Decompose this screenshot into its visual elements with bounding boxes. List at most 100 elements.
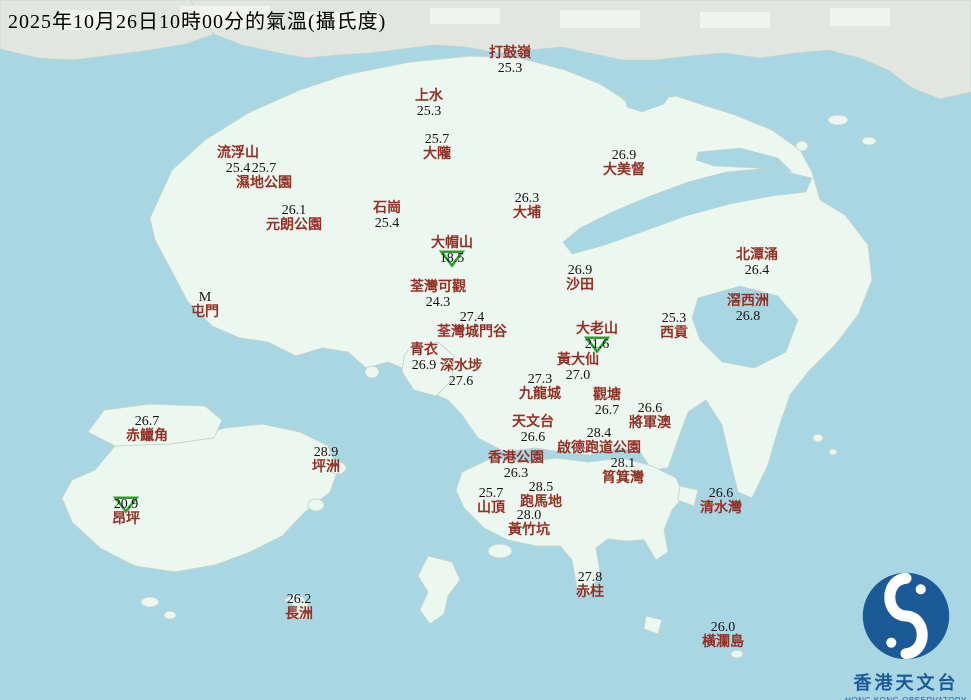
station-temp: 26.1 bbox=[266, 203, 322, 218]
station-label: 荃灣可觀24.3 bbox=[410, 280, 466, 310]
station-name: 清水灣 bbox=[700, 501, 742, 516]
station-temp: 21.6 bbox=[576, 337, 618, 352]
station-temp: 20.9 bbox=[112, 497, 140, 512]
station-label: 26.9大美督 bbox=[603, 148, 645, 178]
station-label: 28.4啟德跑道公園 bbox=[557, 426, 641, 456]
station-temp: 27.8 bbox=[576, 570, 604, 585]
station-name: 昂坪 bbox=[112, 512, 140, 527]
station-temp: 26.3 bbox=[513, 191, 541, 206]
station-name: 黃大仙 bbox=[557, 353, 599, 368]
station-label: 25.7濕地公園 bbox=[236, 161, 292, 191]
station-label: 25.7山頂 bbox=[477, 486, 505, 516]
station-name: 九龍城 bbox=[519, 387, 561, 402]
station-temp: 26.3 bbox=[488, 466, 544, 481]
station-name: 元朗公園 bbox=[266, 218, 322, 233]
station-temp: 24.3 bbox=[410, 295, 466, 310]
station-label: 黃大仙27.0 bbox=[557, 353, 599, 383]
station-temp: 25.3 bbox=[660, 311, 688, 326]
station-label: 大帽山18.5 bbox=[431, 236, 473, 266]
station-temp: 25.7 bbox=[236, 161, 292, 176]
station-name: 北潭涌 bbox=[736, 248, 778, 263]
station-label: 大老山21.6 bbox=[576, 322, 618, 352]
station-label: 26.2長洲 bbox=[285, 592, 313, 622]
hko-logo-text-en: HONG KONG OBSERVATORY bbox=[832, 696, 971, 700]
station-label: 26.1元朗公園 bbox=[266, 203, 322, 233]
station-name: 荃灣城門谷 bbox=[437, 325, 507, 340]
station-temp: 25.7 bbox=[423, 132, 451, 147]
station-label: 25.3西貢 bbox=[660, 311, 688, 341]
station-name: 赤柱 bbox=[576, 585, 604, 600]
station-name: 深水埗 bbox=[440, 359, 482, 374]
station-label: 27.4荃灣城門谷 bbox=[437, 310, 507, 340]
station-label: 27.3九龍城 bbox=[519, 372, 561, 402]
station-name: 屯門 bbox=[191, 305, 219, 320]
station-label: 26.6清水灣 bbox=[700, 486, 742, 516]
station-name: 青衣 bbox=[410, 343, 438, 358]
station-label: 26.7赤鱲角 bbox=[126, 414, 168, 444]
station-temp: 26.7 bbox=[126, 414, 168, 429]
station-name: 黃竹坑 bbox=[508, 523, 550, 538]
station-name: 坪洲 bbox=[312, 460, 340, 475]
station-name: 山頂 bbox=[477, 501, 505, 516]
station-temp: 27.3 bbox=[519, 372, 561, 387]
station-label: 打鼓嶺25.3 bbox=[489, 46, 531, 76]
station-temp: 26.6 bbox=[629, 401, 671, 416]
station-label: 26.0橫瀾島 bbox=[702, 620, 744, 650]
station-temp: 28.1 bbox=[602, 456, 644, 471]
station-temp: 26.7 bbox=[593, 403, 621, 418]
station-label: 20.9昂坪 bbox=[112, 497, 140, 527]
station-name: 上水 bbox=[415, 89, 443, 104]
station-temp: 26.0 bbox=[702, 620, 744, 635]
station-temp: 25.4 bbox=[373, 216, 401, 231]
station-temp: 26.6 bbox=[700, 486, 742, 501]
station-name: 荃灣可觀 bbox=[410, 280, 466, 295]
station-name: 長洲 bbox=[285, 607, 313, 622]
station-label: 28.0黃竹坑 bbox=[508, 508, 550, 538]
hko-logo-icon bbox=[860, 570, 952, 662]
station-name: 橫瀾島 bbox=[702, 635, 744, 650]
station-name: 啟德跑道公園 bbox=[557, 441, 641, 456]
station-label: 天文台26.6 bbox=[512, 415, 554, 445]
station-label: 27.8赤柱 bbox=[576, 570, 604, 600]
station-label: 28.9坪洲 bbox=[312, 445, 340, 475]
hko-logo-text-zh: 香港天文台 bbox=[832, 669, 971, 695]
station-temp: 26.4 bbox=[736, 263, 778, 278]
station-temp: 26.8 bbox=[727, 309, 769, 324]
station-temp: 27.0 bbox=[557, 368, 599, 383]
station-temp: 28.9 bbox=[312, 445, 340, 460]
station-label: 青衣26.9 bbox=[410, 343, 438, 373]
station-name: 大隴 bbox=[423, 147, 451, 162]
station-temp: 28.0 bbox=[508, 508, 550, 523]
station-temp: 26.9 bbox=[566, 263, 594, 278]
station-temp: 25.3 bbox=[489, 61, 531, 76]
station-name: 天文台 bbox=[512, 415, 554, 430]
station-name: 沙田 bbox=[566, 278, 594, 293]
station-name: 流浮山 bbox=[217, 146, 259, 161]
station-name: 觀塘 bbox=[593, 388, 621, 403]
station-name: 西貢 bbox=[660, 326, 688, 341]
station-label: M屯門 bbox=[191, 290, 219, 320]
station-temp: M bbox=[191, 290, 219, 305]
station-label: 28.1筲箕灣 bbox=[602, 456, 644, 486]
station-temp: 28.5 bbox=[520, 480, 562, 495]
station-name: 香港公園 bbox=[488, 451, 544, 466]
station-label: 深水埗27.6 bbox=[440, 359, 482, 389]
station-temp: 26.9 bbox=[603, 148, 645, 163]
station-temp: 27.4 bbox=[437, 310, 507, 325]
station-temp: 25.7 bbox=[477, 486, 505, 501]
station-name: 打鼓嶺 bbox=[489, 46, 531, 61]
station-name: 石崗 bbox=[373, 201, 401, 216]
station-name: 大埔 bbox=[513, 206, 541, 221]
station-label: 26.3大埔 bbox=[513, 191, 541, 221]
station-temp: 26.9 bbox=[410, 358, 438, 373]
station-temp: 28.4 bbox=[557, 426, 641, 441]
station-label: 觀塘26.7 bbox=[593, 388, 621, 418]
station-temp: 26.6 bbox=[512, 430, 554, 445]
station-temp: 27.6 bbox=[440, 374, 482, 389]
station-temp: 26.2 bbox=[285, 592, 313, 607]
station-label: 上水25.3 bbox=[415, 89, 443, 119]
station-label: 26.9沙田 bbox=[566, 263, 594, 293]
station-label: 25.7大隴 bbox=[423, 132, 451, 162]
station-name: 赤鱲角 bbox=[126, 429, 168, 444]
station-name: 大美督 bbox=[603, 163, 645, 178]
